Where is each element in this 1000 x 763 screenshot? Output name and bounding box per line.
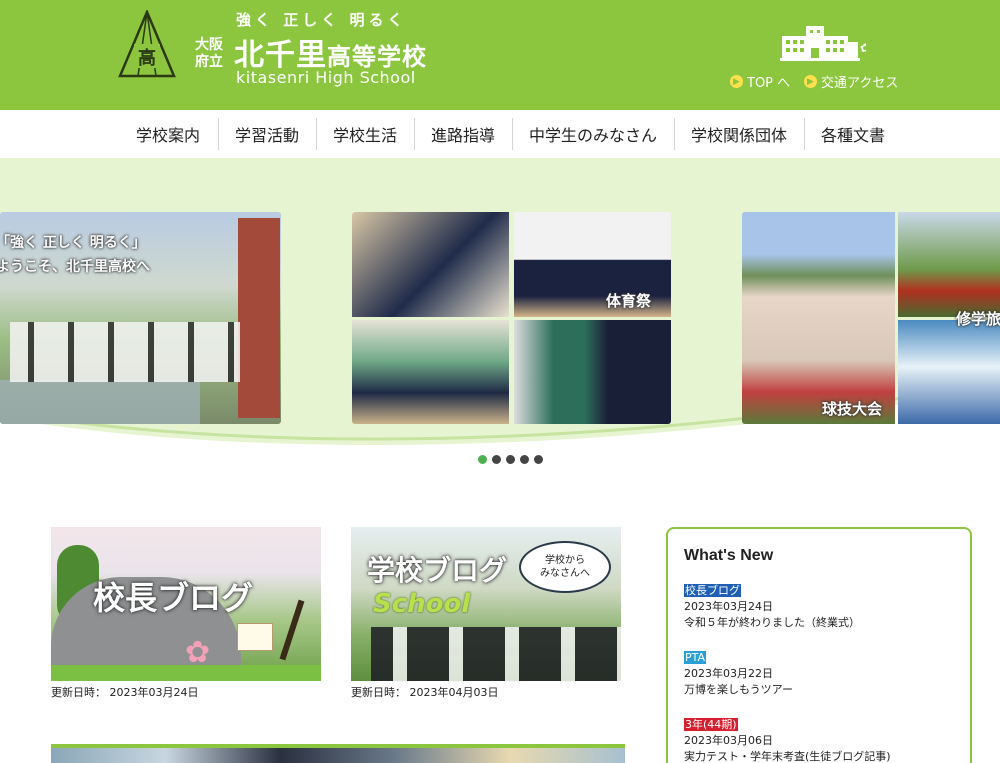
slide-photo-classroom: [352, 212, 509, 317]
carousel-pager: [478, 455, 543, 464]
nav-item-school-life[interactable]: 学校生活: [316, 110, 414, 158]
school-blog-title: 学校ブログ: [367, 554, 508, 587]
school-name-sub: 高等学校: [327, 43, 427, 71]
news-date: 2023年03月06日: [684, 734, 773, 747]
speech-bubble: 学校から みなさんへ: [519, 541, 611, 593]
hero-slide-1[interactable]: 「強く 正しく 明るく」 ようこそ、北千里高校へ: [0, 212, 281, 424]
nav-item-organizations[interactable]: 学校関係団体: [674, 110, 804, 158]
arrow-right-icon: ▶: [804, 75, 817, 88]
access-link[interactable]: ▶ 交通アクセス: [804, 72, 898, 91]
slide-photo-ball-game: [742, 212, 895, 424]
updated-label: 更新日時：: [51, 686, 106, 699]
cherry-blossom-icon: ✿: [185, 635, 211, 670]
students-group: [10, 322, 240, 382]
news-tag[interactable]: 校長ブログ: [684, 584, 741, 597]
news-tag[interactable]: 3年(44期): [684, 718, 738, 731]
school-emblem-icon[interactable]: 高: [118, 10, 176, 78]
pref-line-2: 府立: [195, 54, 223, 70]
news-item[interactable]: 3年(44期) 2023年03月06日 実力テスト・学年末考査(生徒ブログ記事): [684, 717, 954, 763]
slide-photo-student: [514, 320, 671, 424]
global-nav: 学校案内 学習活動 学校生活 進路指導 中学生のみなさん 学校関係団体 各種文書: [0, 110, 1000, 158]
slide-2-label-sports-festival: 体育祭: [606, 292, 652, 310]
emblem-char: 高: [138, 47, 156, 69]
nav-item-learning[interactable]: 学習活動: [218, 110, 316, 158]
news-title[interactable]: 令和５年が終わりました（終業式）: [684, 615, 954, 631]
news-item[interactable]: 校長ブログ 2023年03月24日 令和５年が終わりました（終業式）: [684, 583, 954, 631]
pager-dot-3[interactable]: [506, 455, 515, 464]
hero-slide-3[interactable]: 球技大会 修学旅: [742, 212, 1000, 424]
prefecture-label: 大阪 府立: [192, 37, 226, 71]
whats-new-panel: What's New 校長ブログ 2023年03月24日 令和５年が終わりました…: [666, 527, 972, 763]
school-slogan: 強く 正しく 明るく: [236, 11, 407, 29]
nav-item-junior-high[interactable]: 中学生のみなさん: [512, 110, 674, 158]
school-name-english: kitasenri High School: [236, 68, 416, 87]
school-building-icon: ✿: [780, 26, 866, 61]
school-blog-card[interactable]: 学校ブログ School 学校から みなさんへ: [351, 527, 621, 681]
slide-photo-farm: [898, 212, 1000, 317]
principal-blog-card[interactable]: 校長ブログ ✿: [51, 527, 321, 681]
top-link[interactable]: ▶ TOP へ: [730, 72, 790, 91]
slide-1-caption-line1: 「強く 正しく 明るく」: [0, 235, 146, 251]
pager-dot-1[interactable]: [478, 455, 487, 464]
whats-new-title: What's New: [684, 547, 774, 564]
arrow-right-icon: ▶: [730, 75, 743, 88]
news-tag[interactable]: PTA: [684, 651, 707, 664]
nav-item-documents[interactable]: 各種文書: [804, 110, 902, 158]
principal-blog-updated: 更新日時： 2023年03月24日: [51, 684, 199, 700]
slide-photo-study: [352, 320, 509, 424]
slide-photo-rafting: [898, 320, 1000, 424]
brick-pillar: [238, 218, 280, 418]
access-link-label: 交通アクセス: [821, 76, 899, 91]
banner-photo: [51, 748, 625, 763]
top-link-label: TOP へ: [747, 76, 791, 91]
nav-item-school-guide[interactable]: 学校案内: [118, 110, 218, 158]
updated-date: 2023年03月24日: [109, 686, 199, 699]
principal-blog-title: 校長ブログ: [93, 579, 254, 617]
school-script-text: School: [373, 589, 471, 619]
news-title[interactable]: 実力テスト・学年末考査(生徒ブログ記事): [684, 749, 954, 763]
svg-text:✿: ✿: [860, 41, 866, 55]
updated-label: 更新日時：: [351, 686, 406, 699]
slide-3-label-ball-tournament: 球技大会: [822, 400, 883, 418]
hero-slide-2[interactable]: 体育祭: [352, 212, 671, 424]
table-shape: [0, 380, 200, 424]
pager-dot-4[interactable]: [520, 455, 529, 464]
students-group: [371, 627, 621, 681]
updated-date: 2023年04月03日: [409, 686, 499, 699]
slide-3-label-school-trip: 修学旅: [956, 310, 1000, 328]
news-date: 2023年03月24日: [684, 600, 773, 613]
pref-line-1: 大阪: [195, 37, 223, 53]
news-item[interactable]: PTA 2023年03月22日 万博を楽しもうツアー: [684, 650, 954, 698]
bottom-banner[interactable]: [51, 744, 625, 763]
nav-item-career[interactable]: 進路指導: [414, 110, 512, 158]
news-title[interactable]: 万博を楽しもうツアー: [684, 682, 954, 698]
book-icon: [237, 623, 273, 651]
site-header: 高 強く 正しく 明るく 大阪 府立 北千里高等学校 kitasenri Hig…: [0, 0, 1000, 110]
news-date: 2023年03月22日: [684, 667, 773, 680]
slide-1-caption-line2: ようこそ、北千里高校へ: [0, 259, 150, 275]
school-blog-updated: 更新日時： 2023年04月03日: [351, 684, 499, 700]
hero-carousel: 「強く 正しく 明るく」 ようこそ、北千里高校へ 体育祭 球技大会 修学旅: [0, 158, 1000, 478]
pager-dot-5[interactable]: [534, 455, 543, 464]
pager-dot-2[interactable]: [492, 455, 501, 464]
